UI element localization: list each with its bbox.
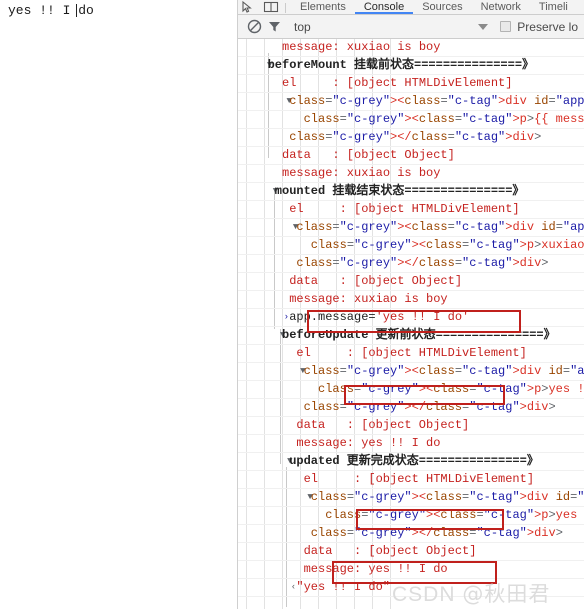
- console-row-text: data : [object Object]: [296, 418, 470, 432]
- console-row[interactable]: message: xuxiao is boy: [238, 39, 584, 57]
- console-row[interactable]: class="c-grey"><class="c-tag">p>xuxiao i…: [238, 237, 584, 255]
- console-toolbar: top Preserve lo: [238, 15, 584, 39]
- console-row-text: class="c-grey"><class="c-tag">div id="ap…: [289, 94, 584, 108]
- chevron-down-icon[interactable]: [478, 23, 489, 30]
- tab-network[interactable]: Network: [472, 0, 530, 14]
- rendered-page-area: yes !! I do: [0, 0, 237, 609]
- input-command-box: [307, 310, 521, 333]
- console-row[interactable]: class="c-grey"><class="c-tag">p>{{ messa…: [238, 111, 584, 129]
- console-row-text: el : [object HTMLDivElement]: [303, 472, 535, 486]
- console-log-list[interactable]: message: xuxiao is boy ▼ beforeMount 挂载前状态…: [238, 39, 584, 609]
- console-row-text: data : [object Object]: [282, 148, 455, 162]
- console-row-text: message: xuxiao is boy: [282, 40, 441, 54]
- console-row-text: el : [object HTMLDivElement]: [289, 202, 520, 216]
- devtools-tabstrip: Elements Console Sources Network Timeli: [238, 0, 584, 15]
- console-row[interactable]: ▼ mounted 挂载结束状态===============》: [238, 183, 584, 201]
- console-row[interactable]: ▼class="c-grey"><class="c-tag">div id="a…: [238, 489, 584, 507]
- console-row[interactable]: data : [object Object]: [238, 273, 584, 291]
- console-row[interactable]: message: yes !! I do: [238, 435, 584, 453]
- console-row-text: class="c-grey"><class="c-tag">div id="ap…: [296, 220, 584, 234]
- clear-console-icon[interactable]: [244, 17, 264, 37]
- filter-icon[interactable]: [264, 17, 284, 37]
- console-row[interactable]: message: xuxiao is boy: [238, 165, 584, 183]
- console-row[interactable]: data : [object Object]: [238, 417, 584, 435]
- before-update-p-box: [344, 385, 505, 405]
- console-row-text: beforeMount 挂载前状态===============》: [267, 58, 535, 72]
- console-row-text: class="c-grey"><class="c-tag">p>xuxiao i…: [310, 238, 584, 252]
- watermark-author: @秋田君: [462, 582, 551, 606]
- console-row[interactable]: data : [object Object]: [238, 147, 584, 165]
- console-row-text: data : [object Object]: [289, 274, 463, 288]
- execution-context-label[interactable]: top: [294, 15, 311, 39]
- tab-elements[interactable]: Elements: [291, 0, 355, 14]
- watermark: CSDN @秋田君: [392, 578, 550, 608]
- page-rendered-text: yes !! I do: [8, 3, 94, 18]
- console-row[interactable]: el : [object HTMLDivElement]: [238, 201, 584, 219]
- console-row[interactable]: message: xuxiao is boy: [238, 291, 584, 309]
- console-row[interactable]: class="c-grey"></class="c-tag">div>: [238, 255, 584, 273]
- devtools-panel: Elements Console Sources Network Timeli …: [237, 0, 584, 609]
- console-row-text: class="c-grey"></class="c-tag">div>: [296, 256, 549, 270]
- console-row[interactable]: ▼ beforeMount 挂载前状态===============》: [238, 57, 584, 75]
- console-row[interactable]: data : [object Object]: [238, 543, 584, 561]
- toolbar-divider: [285, 3, 286, 13]
- device-toolbar-icon[interactable]: [260, 0, 282, 14]
- console-row[interactable]: ▼class="c-grey"><class="c-tag">div id="a…: [238, 363, 584, 381]
- text-cursor-icon: [76, 4, 77, 17]
- console-row-text: class="c-grey"><class="c-tag">div id="ap…: [303, 364, 584, 378]
- console-row-text: el : [object HTMLDivElement]: [296, 346, 527, 360]
- console-row[interactable]: el : [object HTMLDivElement]: [238, 345, 584, 363]
- console-row[interactable]: el : [object HTMLDivElement]: [238, 471, 584, 489]
- console-row[interactable]: ▼class="c-grey"><class="c-tag">div id="a…: [238, 219, 584, 237]
- tab-timeline[interactable]: Timeli: [530, 0, 577, 14]
- screenshot-root: yes !! I do Elements Console Sources Net…: [0, 0, 584, 609]
- console-row-text: message: xuxiao is boy: [282, 166, 441, 180]
- tab-console[interactable]: Console: [354, 0, 414, 14]
- preserve-log-checkbox[interactable]: [500, 21, 512, 32]
- console-row[interactable]: class="c-grey"></class="c-tag">div>: [238, 129, 584, 147]
- console-row-text: updated 更新完成状态===============》: [289, 454, 539, 468]
- console-row-text: data : [object Object]: [303, 544, 477, 558]
- tab-sources[interactable]: Sources: [413, 0, 471, 14]
- console-row[interactable]: ▼ updated 更新完成状态===============》: [238, 453, 584, 471]
- watermark-brand: CSDN: [392, 583, 456, 606]
- inspect-element-icon[interactable]: [238, 0, 260, 14]
- console-row[interactable]: el : [object HTMLDivElement]: [238, 75, 584, 93]
- preserve-log-label[interactable]: Preserve lo: [517, 20, 578, 34]
- console-row-text: class="c-grey"></class="c-tag">div>: [289, 130, 542, 144]
- console-row-text: message: yes !! I do: [296, 436, 441, 450]
- console-row-text: mounted 挂载结束状态===============》: [274, 184, 525, 198]
- console-row[interactable]: ▼class="c-grey"><class="c-tag">div id="a…: [238, 93, 584, 111]
- console-row-text: class="c-grey"><class="c-tag">p>{{ messa…: [303, 112, 584, 126]
- console-row-text: message: xuxiao is boy: [289, 292, 448, 306]
- updated-p-box: [356, 509, 504, 530]
- console-row-text: class="c-grey"><class="c-tag">div id="ap…: [310, 490, 584, 504]
- console-row-text: el : [object HTMLDivElement]: [282, 76, 513, 90]
